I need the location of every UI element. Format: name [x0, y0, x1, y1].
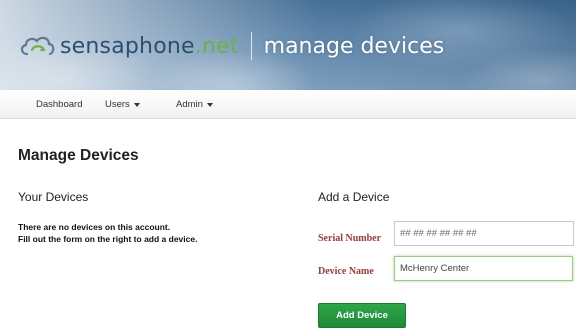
device-name-input[interactable] — [394, 256, 573, 281]
page-title: Manage Devices — [18, 147, 139, 164]
brand-tld: .net — [194, 33, 239, 59]
caret-down-icon — [206, 102, 213, 107]
nav-admin[interactable]: Admin — [176, 99, 213, 110]
serial-number-input[interactable] — [394, 221, 574, 246]
cloud-refresh-icon — [20, 36, 55, 56]
brand-logo[interactable]: sensaphone.net manage devices — [18, 26, 444, 66]
nav-users-label: Users — [105, 99, 130, 110]
add-device-button[interactable]: Add Device — [318, 303, 406, 328]
logo-divider — [250, 32, 252, 60]
empty-message-line2: Fill out the form on the right to add a … — [18, 234, 198, 244]
brand-name: sensaphone.net — [60, 34, 239, 59]
header-banner: sensaphone.net manage devices — [0, 0, 576, 90]
header-tagline: manage devices — [263, 33, 445, 59]
serial-number-label: Serial Number — [318, 233, 382, 244]
caret-down-icon — [133, 102, 140, 107]
add-device-heading: Add a Device — [318, 190, 390, 204]
device-name-label: Device Name — [318, 266, 374, 277]
nav-admin-label: Admin — [176, 99, 203, 110]
top-navbar: Dashboard Users Admin — [0, 90, 576, 119]
brand-name-main: sensaphone — [60, 33, 195, 59]
your-devices-heading: Your Devices — [18, 190, 89, 204]
nav-dashboard-label: Dashboard — [36, 99, 83, 110]
nav-dashboard[interactable]: Dashboard — [36, 99, 82, 110]
nav-users[interactable]: Users — [105, 99, 140, 110]
empty-message-line1: There are no devices on this account. — [18, 222, 171, 232]
